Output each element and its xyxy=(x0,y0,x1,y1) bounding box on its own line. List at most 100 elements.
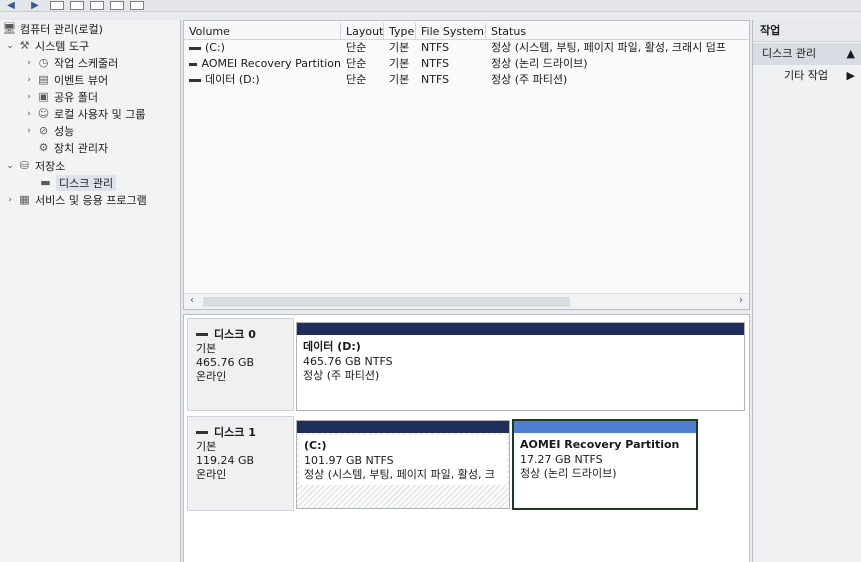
chevron-right-icon[interactable]: › xyxy=(6,195,14,205)
device-manager-icon: ⚙ xyxy=(38,141,49,154)
tree-item-performance[interactable]: › ⊘ 성능 xyxy=(25,122,74,139)
layout-cell: 단순 xyxy=(346,57,367,70)
partition-status: 정상 (시스템, 부팅, 페이지 파일, 활성, 크 xyxy=(304,468,496,481)
status-cell: 정상 (시스템, 부팅, 페이지 파일, 활성, 크래시 덤프 xyxy=(491,41,727,54)
table-row[interactable]: 데이터 (D:) 단순 기본 NTFS 정상 (주 파티션) xyxy=(184,72,749,88)
disk-icon xyxy=(196,430,208,434)
disk-title: 디스크 1 xyxy=(196,424,285,440)
tree-item-device-manager[interactable]: ⚙ 장치 관리자 xyxy=(37,139,109,156)
tree-item-local-users[interactable]: › ☺ 로컬 사용자 및 그룹 xyxy=(25,105,145,122)
chevron-right-icon[interactable]: › xyxy=(25,126,33,136)
toolbar: ◀ ▶ xyxy=(0,0,861,12)
disk-size: 119.24 GB xyxy=(196,454,255,467)
actions-pane: 작업 디스크 관리 ▲ 기타 작업 ▶ xyxy=(752,20,861,562)
actions-section-label: 디스크 관리 xyxy=(762,47,817,60)
partition-c[interactable]: (C:) 101.97 GB NTFS 정상 (시스템, 부팅, 페이지 파일,… xyxy=(296,420,510,509)
disk-name: 디스크 1 xyxy=(214,426,256,439)
partition-header xyxy=(514,421,696,433)
volume-name: AOMEI Recovery Partition xyxy=(201,57,341,70)
chevron-right-icon[interactable]: › xyxy=(25,109,33,119)
tree-item-system-tools[interactable]: ⌄ ⚒ 시스템 도구 xyxy=(6,37,89,54)
actions-section-disk-management[interactable]: 디스크 관리 ▲ xyxy=(753,43,861,65)
disk-1-info[interactable]: 디스크 1 기본 119.24 GB 온라인 xyxy=(187,416,294,511)
collapse-arrow-icon[interactable]: ▲ xyxy=(847,43,855,65)
partition-body: 데이터 (D:) 465.76 GB NTFS 정상 (주 파티션) xyxy=(297,335,744,387)
forward-arrow-icon[interactable]: ▶ xyxy=(26,0,44,11)
type-cell: 기본 xyxy=(389,57,410,70)
tree-item-services-apps[interactable]: › ▦ 서비스 및 응용 프로그램 xyxy=(6,191,147,208)
horizontal-scrollbar[interactable]: ‹ › xyxy=(184,293,749,309)
column-header-file-system[interactable]: File System xyxy=(416,23,486,40)
partition-size: 465.76 GB NTFS xyxy=(303,355,393,368)
help-icon[interactable] xyxy=(110,1,124,10)
volume-cell: AOMEI Recovery Partition xyxy=(184,56,341,72)
chevron-down-icon[interactable]: ⌄ xyxy=(6,41,14,51)
tree-label: 성능 xyxy=(54,124,75,138)
tree-item-root[interactable]: 🖥 컴퓨터 관리(로컬) xyxy=(3,20,103,37)
partition-status: 정상 (논리 드라이브) xyxy=(520,467,617,480)
partition-name: AOMEI Recovery Partition xyxy=(520,438,680,451)
partition-body: AOMEI Recovery Partition 17.27 GB NTFS 정… xyxy=(514,433,696,485)
partition-aomei-recovery[interactable]: AOMEI Recovery Partition 17.27 GB NTFS 정… xyxy=(512,419,698,510)
disk-0-info[interactable]: 디스크 0 기본 465.76 GB 온라인 xyxy=(187,318,294,411)
layout-cell: 단순 xyxy=(346,73,367,86)
more-actions-item[interactable]: 기타 작업 ▶ xyxy=(753,65,861,87)
partition-header xyxy=(297,421,509,433)
volume-list: Volume Layout Type File System Status (C… xyxy=(183,20,750,310)
more-actions-label: 기타 작업 xyxy=(784,69,828,82)
tree-label: 작업 스케줄러 xyxy=(54,56,119,70)
scroll-left-icon[interactable]: ‹ xyxy=(190,295,194,306)
back-arrow-icon[interactable]: ◀ xyxy=(2,0,20,11)
tools-icon: ⚒ xyxy=(19,39,30,52)
tree-item-task-scheduler[interactable]: › ◷ 작업 스케줄러 xyxy=(25,54,118,71)
partition-size: 101.97 GB NTFS xyxy=(304,454,394,467)
volume-name: (C:) xyxy=(205,41,225,54)
tree-label: 서비스 및 응용 프로그램 xyxy=(35,193,147,207)
disk-state: 온라인 xyxy=(196,468,227,481)
layout-cell: 단순 xyxy=(346,41,367,54)
disk-kind: 기본 xyxy=(196,342,217,355)
column-header-status[interactable]: Status xyxy=(486,23,749,40)
volume-icon xyxy=(189,62,198,66)
table-row[interactable]: AOMEI Recovery Partition 단순 기본 NTFS 정상 (… xyxy=(184,56,749,72)
partition-d[interactable]: 데이터 (D:) 465.76 GB NTFS 정상 (주 파티션) xyxy=(296,322,745,411)
tree-item-event-viewer[interactable]: › ▤ 이벤트 뷰어 xyxy=(25,71,108,88)
properties-icon[interactable] xyxy=(90,1,104,10)
disk-size: 465.76 GB xyxy=(196,356,255,369)
disk-map: 디스크 0 기본 465.76 GB 온라인 데이터 (D:) 465.76 G… xyxy=(183,314,750,562)
storage-icon: ⛁ xyxy=(19,159,30,172)
chevron-right-icon[interactable]: › xyxy=(25,75,33,85)
partition-body: (C:) 101.97 GB NTFS 정상 (시스템, 부팅, 페이지 파일,… xyxy=(299,435,507,485)
tree-label: 시스템 도구 xyxy=(35,39,90,53)
status-cell: 정상 (주 파티션) xyxy=(491,73,568,86)
volume-name: 데이터 (D:) xyxy=(205,73,260,86)
event-log-icon: ▤ xyxy=(38,73,49,86)
actions-header: 작업 xyxy=(753,20,861,42)
tree-label: 공유 폴더 xyxy=(54,90,98,104)
table-row[interactable]: (C:) 단순 기본 NTFS 정상 (시스템, 부팅, 페이지 파일, 활성,… xyxy=(184,40,749,56)
chevron-down-icon[interactable]: ⌄ xyxy=(6,161,14,171)
chevron-right-icon[interactable]: › xyxy=(25,92,33,102)
tree-item-shared-folders[interactable]: › ▣ 공유 폴더 xyxy=(25,88,98,105)
show-hide-tree-icon[interactable] xyxy=(70,1,84,10)
tree-label: 컴퓨터 관리(로컬) xyxy=(20,22,103,36)
column-header-layout[interactable]: Layout xyxy=(341,23,384,40)
performance-icon: ⊘ xyxy=(38,124,49,137)
tree-item-storage[interactable]: ⌄ ⛁ 저장소 xyxy=(6,157,65,174)
scrollbar-thumb[interactable] xyxy=(203,297,570,307)
column-header-type[interactable]: Type xyxy=(384,23,416,40)
folder-up-icon[interactable] xyxy=(50,1,64,10)
shared-folder-icon: ▣ xyxy=(38,90,49,103)
tree-label: 저장소 xyxy=(35,159,66,173)
scroll-right-icon[interactable]: › xyxy=(739,295,743,306)
column-header-volume[interactable]: Volume xyxy=(184,23,341,40)
disk-state: 온라인 xyxy=(196,370,227,383)
console-icon[interactable] xyxy=(130,1,144,10)
fs-cell: NTFS xyxy=(421,57,450,70)
volume-cell: 데이터 (D:) xyxy=(184,72,341,88)
chevron-right-icon[interactable]: › xyxy=(25,58,33,68)
volume-list-header: Volume Layout Type File System Status xyxy=(184,23,749,40)
services-icon: ▦ xyxy=(19,193,30,206)
tree-item-disk-management[interactable]: ▬ 디스크 관리 xyxy=(39,174,117,191)
partition-name: (C:) xyxy=(304,439,327,452)
